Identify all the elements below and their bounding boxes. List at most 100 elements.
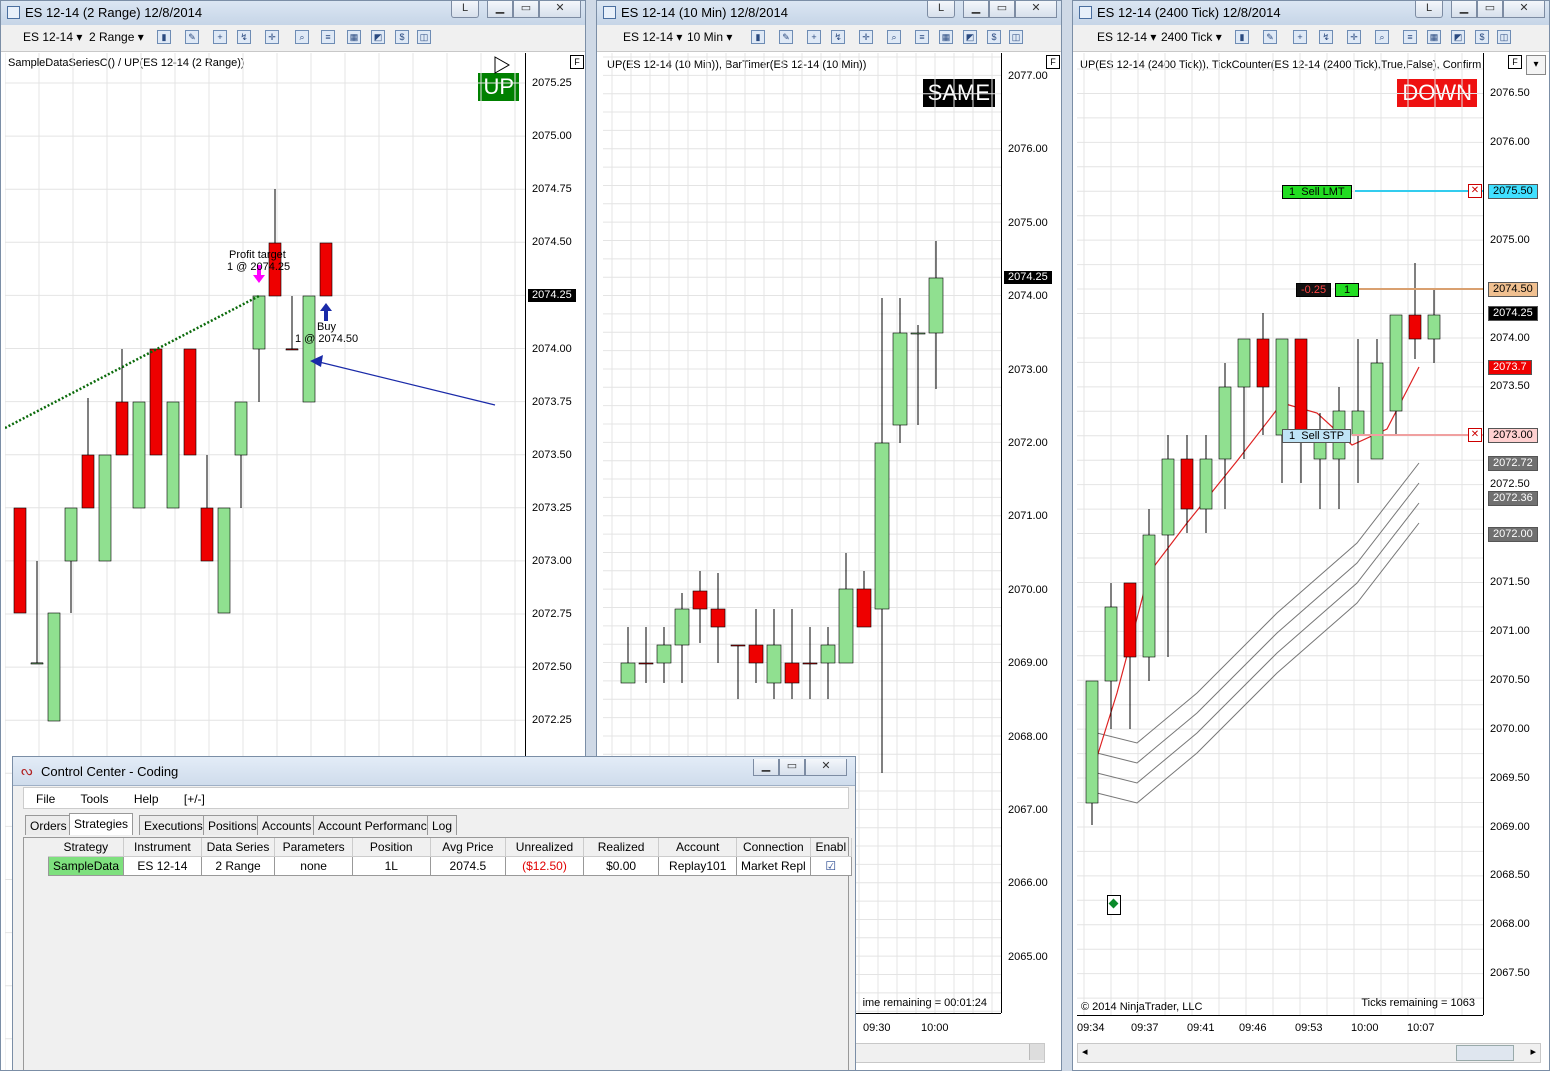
title-bar[interactable]: ES 12-14 (2400 Tick) 12/8/2014 L ▁ ▭ ✕ (1073, 1, 1549, 26)
drawing-tool-icon[interactable]: ✎ (1263, 30, 1277, 44)
candlestick-chart[interactable] (1077, 53, 1483, 1015)
snapshot-icon[interactable]: ◫ (1497, 30, 1511, 44)
minimize-button[interactable]: ▁ (963, 1, 989, 18)
scroll-right-icon[interactable]: ▸ (1530, 1045, 1536, 1058)
zoom-icon[interactable]: ⌕ (1375, 30, 1389, 44)
time-axis[interactable]: 09:34 09:37 09:41 09:46 09:53 10:00 10:0… (1077, 1015, 1483, 1042)
data-box-icon[interactable]: ◩ (371, 30, 385, 44)
cancel-sell-stop-icon[interactable]: ✕ (1468, 428, 1482, 442)
properties-icon[interactable]: ▦ (1427, 30, 1441, 44)
bar-type-icon[interactable]: ▮ (1235, 30, 1249, 44)
crosshair-icon[interactable]: ✛ (1347, 30, 1361, 44)
col-instrument[interactable]: Instrument (123, 838, 202, 857)
col-strategy[interactable]: Strategy (48, 838, 125, 857)
cell-strategy[interactable]: SampleData (47, 856, 125, 876)
menu-file[interactable]: File (36, 792, 55, 806)
money-icon[interactable]: $ (987, 30, 1001, 44)
col-position[interactable]: Position (352, 838, 431, 857)
chart-trader-icon[interactable]: ≡ (321, 30, 335, 44)
data-box-icon[interactable]: ◩ (963, 30, 977, 44)
cell-realized[interactable]: $0.00 (582, 856, 660, 876)
properties-icon[interactable]: ▦ (939, 30, 953, 44)
instrument-selector[interactable]: ES 12-14 ▾ (623, 30, 682, 44)
title-bar[interactable]: ES 12-14 (10 Min) 12/8/2014 L ▁ ▭ ✕ (597, 1, 1061, 26)
instrument-selector[interactable]: ES 12-14 ▾ (1097, 30, 1156, 44)
scroll-thumb[interactable] (1456, 1045, 1514, 1061)
enabled-checkbox[interactable]: ☑ (809, 856, 853, 876)
minimize-button[interactable]: ▁ (753, 759, 779, 776)
scroll-left-icon[interactable]: ◂ (1082, 1045, 1088, 1058)
title-bar[interactable]: ᔓ Control Center - Coding ▁ ▭ ✕ (13, 757, 855, 786)
strategy-icon[interactable]: ↯ (1319, 30, 1333, 44)
chart-menu-dropdown[interactable]: ▾ (1526, 55, 1546, 75)
money-icon[interactable]: $ (395, 30, 409, 44)
maximize-button[interactable]: ▭ (779, 759, 805, 776)
col-unrealized[interactable]: Unrealized (505, 838, 584, 857)
minimize-button[interactable]: ▁ (1451, 1, 1477, 18)
menu-help[interactable]: Help (134, 792, 159, 806)
indicator-icon[interactable]: + (807, 30, 821, 44)
table-row[interactable]: SampleData ES 12-14 2 Range none 1L 2074… (47, 856, 853, 876)
chart-menu-corner[interactable]: F (570, 55, 584, 69)
tab-executions[interactable]: Executions (139, 815, 208, 835)
layout-button[interactable]: L (451, 1, 479, 18)
col-data-series[interactable]: Data Series (201, 838, 276, 857)
tab-accounts[interactable]: Accounts (257, 815, 317, 835)
cell-avg-price[interactable]: 2074.5 (429, 856, 507, 876)
price-panel[interactable]: UP(ES 12-14 (2400 Tick)), TickCounter(ES… (1077, 53, 1483, 1015)
cell-position[interactable]: 1L (351, 856, 431, 876)
strategies-grid[interactable]: Strategy Instrument Data Series Paramete… (23, 837, 853, 1070)
interval-selector[interactable]: 10 Min ▾ (687, 30, 732, 44)
col-account[interactable]: Account (658, 838, 738, 857)
horizontal-scrollbar[interactable]: ◂ ▸ (1077, 1043, 1541, 1063)
tab-orders[interactable]: Orders (25, 815, 72, 835)
zoom-icon[interactable]: ⌕ (887, 30, 901, 44)
col-parameters[interactable]: Parameters (274, 838, 353, 857)
price-axis[interactable]: 2076.50 2076.00 2075.50 2075.00 2074.50 2074.… (1483, 53, 1549, 1015)
sell-stop-order-marker[interactable]: 1 Sell STP (1282, 429, 1352, 443)
bar-type-icon[interactable]: ▮ (751, 30, 765, 44)
data-box-icon[interactable]: ◩ (1451, 30, 1465, 44)
maximize-button[interactable]: ▭ (1477, 1, 1503, 18)
scroll-thumb[interactable] (1029, 1044, 1044, 1060)
title-bar[interactable]: ES 12-14 (2 Range) 12/8/2014 L ▁ ▭ ✕ (1, 1, 585, 26)
col-realized[interactable]: Realized (583, 838, 660, 857)
cell-connection[interactable]: Market Repl (736, 856, 811, 876)
indicator-icon[interactable]: + (1293, 30, 1307, 44)
drawing-tool-icon[interactable]: ✎ (185, 30, 199, 44)
close-button[interactable]: ✕ (539, 1, 581, 18)
drawing-tool-icon[interactable]: ✎ (779, 30, 793, 44)
cell-instrument[interactable]: ES 12-14 (123, 856, 202, 876)
properties-icon[interactable]: ▦ (347, 30, 361, 44)
layout-button[interactable]: L (927, 1, 955, 18)
money-icon[interactable]: $ (1475, 30, 1489, 44)
menu-tools[interactable]: Tools (80, 792, 108, 806)
cell-account[interactable]: Replay101 (658, 856, 738, 876)
price-axis[interactable]: 2077.00 2076.00 2075.00 2074.00 2073.00 2072.… (1001, 53, 1061, 1013)
chart-trader-icon[interactable]: ≡ (1403, 30, 1417, 44)
bar-type-icon[interactable]: ▮ (157, 30, 171, 44)
col-avg-price[interactable]: Avg Price (430, 838, 507, 857)
strategy-icon[interactable]: ↯ (831, 30, 845, 44)
interval-selector[interactable]: 2400 Tick ▾ (1161, 30, 1222, 44)
tab-log[interactable]: Log (427, 815, 458, 835)
minimize-button[interactable]: ▁ (487, 1, 513, 18)
crosshair-icon[interactable]: ✛ (265, 30, 279, 44)
chart-menu-corner[interactable]: F (1508, 55, 1522, 69)
maximize-button[interactable]: ▭ (513, 1, 539, 18)
close-button[interactable]: ✕ (1503, 1, 1545, 18)
position-pnl-marker[interactable]: -0.25 (1296, 283, 1332, 297)
chart-trader-icon[interactable]: ≡ (915, 30, 929, 44)
cell-unrealized[interactable]: ($12.50) (505, 856, 584, 876)
col-connection[interactable]: Connection (736, 838, 811, 857)
cell-parameters[interactable]: none (274, 856, 353, 876)
snapshot-icon[interactable]: ◫ (417, 30, 431, 44)
layout-button[interactable]: L (1415, 1, 1443, 18)
cancel-sell-limit-icon[interactable]: ✕ (1468, 184, 1482, 198)
maximize-button[interactable]: ▭ (989, 1, 1015, 18)
menu-expand[interactable]: [+/-] (184, 792, 205, 806)
snapshot-icon[interactable]: ◫ (1009, 30, 1023, 44)
tab-account-performance[interactable]: Account Performance (313, 815, 439, 835)
zoom-icon[interactable]: ⌕ (295, 30, 309, 44)
strategy-icon[interactable]: ↯ (237, 30, 251, 44)
